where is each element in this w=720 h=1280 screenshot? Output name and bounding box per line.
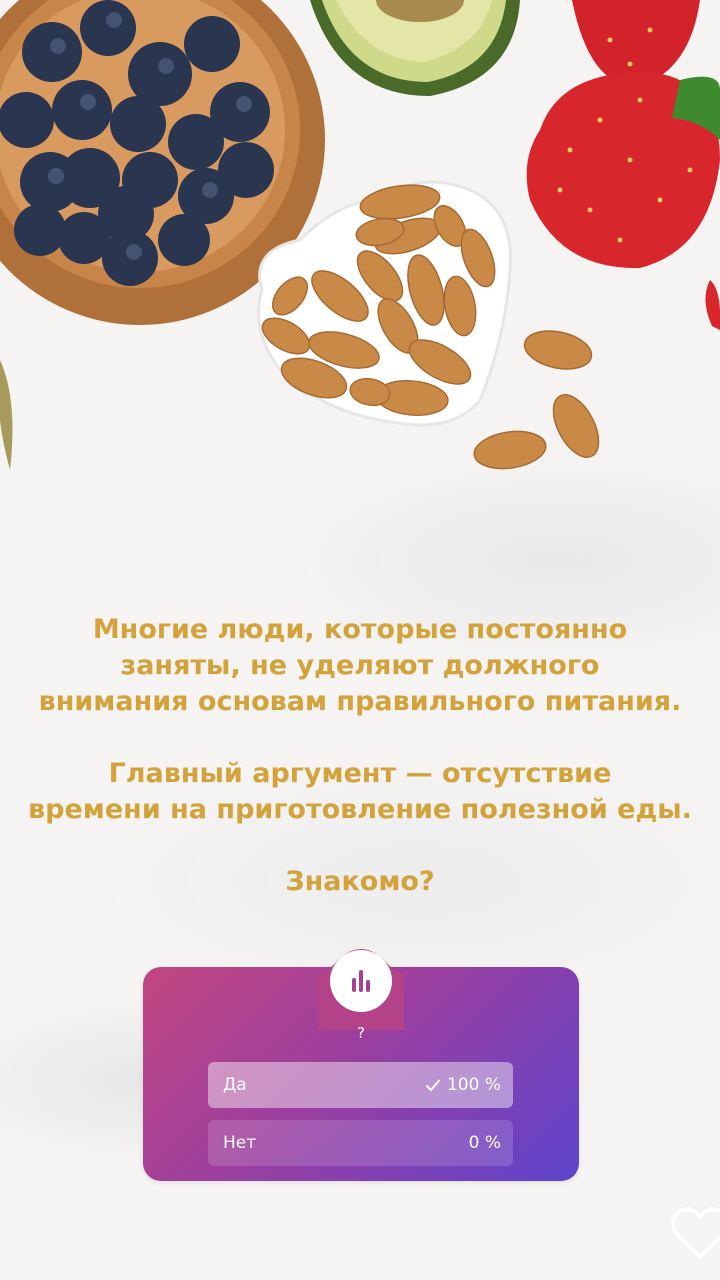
heart-icon[interactable] <box>670 1205 720 1265</box>
leaf <box>0 360 13 470</box>
check-icon <box>425 1079 441 1092</box>
strawberries <box>526 0 720 330</box>
food-photo <box>0 0 720 470</box>
option-result: 0 % <box>469 1133 501 1153</box>
story-line: Знакомо? <box>285 866 435 897</box>
avocado <box>310 0 520 96</box>
option-result: 100 % <box>425 1075 501 1095</box>
story-paragraph-1: Многие люди, которые постоянно заняты, н… <box>0 612 720 720</box>
option-label: Да <box>223 1075 247 1095</box>
poll-question: ? <box>357 1024 365 1042</box>
story-text: Многие люди, которые постоянно заняты, н… <box>0 612 720 936</box>
poll-option-no[interactable]: Нет 0 % <box>208 1120 513 1166</box>
option-label: Нет <box>223 1133 257 1153</box>
story-line: Многие люди, которые постоянно <box>92 614 628 645</box>
story-line: времени на приготовление полезной еды. <box>28 794 692 825</box>
story-line: заняты, не уделяют должного <box>120 650 600 681</box>
story-line: Главный аргумент — отсутствие <box>108 758 612 789</box>
poll-option-yes[interactable]: Да 100 % <box>208 1062 513 1108</box>
story-line: внимания основам правильного питания. <box>38 686 682 717</box>
option-percent: 100 % <box>446 1075 501 1095</box>
option-percent: 0 % <box>468 1133 501 1153</box>
story-paragraph-2: Главный аргумент — отсутствие времени на… <box>0 756 720 828</box>
bar-chart-icon <box>330 950 392 1012</box>
story-paragraph-3: Знакомо? <box>0 864 720 900</box>
story-screen: Многие люди, которые постоянно заняты, н… <box>0 0 720 1280</box>
